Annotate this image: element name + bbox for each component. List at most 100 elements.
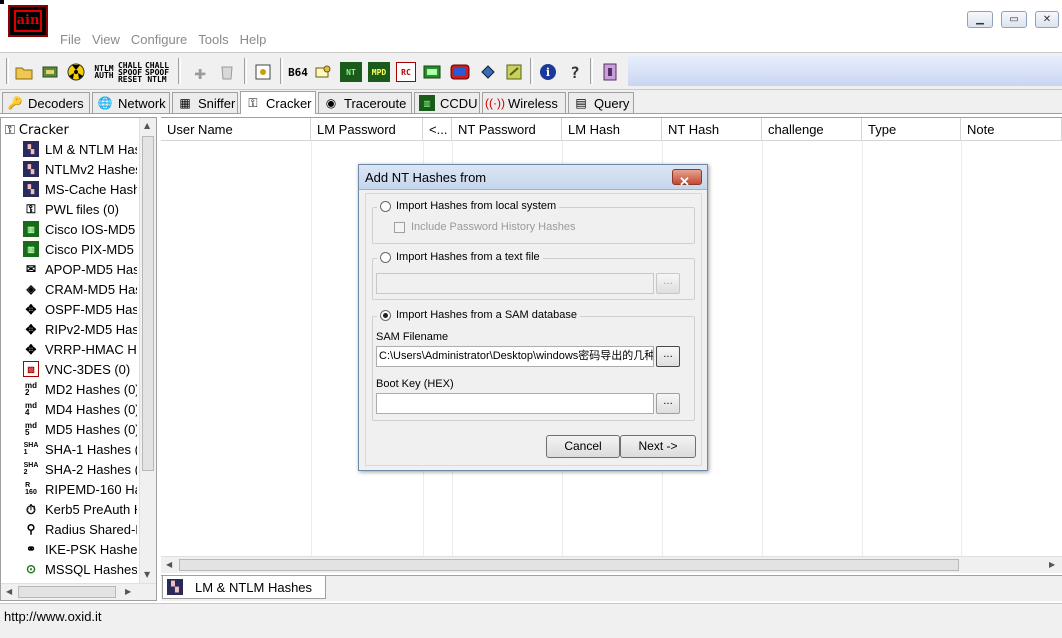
exit-door-icon[interactable]	[600, 62, 620, 82]
scroll-left-arrow-icon[interactable]: ◀	[6, 587, 12, 596]
tab-sniffer[interactable]: ▦ Sniffer	[172, 92, 238, 113]
tree-scroll-thumb[interactable]	[142, 136, 154, 471]
tree-item-kerb5[interactable]: ⏱ Kerb5 PreAuth Hashes	[23, 499, 137, 519]
col-note[interactable]: Note	[961, 118, 1062, 141]
next-button[interactable]: Next ->	[620, 435, 696, 458]
password-key-icon[interactable]	[313, 62, 333, 82]
table-hscroll-thumb[interactable]	[179, 559, 959, 571]
tree-item-apop[interactable]: ✉ APOP-MD5 Hashes	[23, 259, 137, 279]
col-type[interactable]: Type	[862, 118, 961, 141]
local-system-radio[interactable]: Import Hashes from local system	[377, 200, 560, 212]
dialog-close-button[interactable]: ✕	[672, 169, 702, 189]
tree-item-radius[interactable]: ⚲ Radius Shared-Key Hashes	[23, 519, 137, 539]
tree-item-cram[interactable]: ◈ CRAM-MD5 Hashes	[23, 279, 137, 299]
table-horizontal-scrollbar[interactable]: ◀ ▶	[161, 556, 1062, 573]
radiation-icon[interactable]	[66, 62, 86, 82]
ntlm-auth-icon[interactable]: NTLM AUTH	[94, 62, 114, 82]
boot-key-field[interactable]	[376, 393, 654, 414]
cisco-router-icon[interactable]	[478, 62, 498, 82]
radio-text-file[interactable]	[380, 251, 391, 263]
menu-configure[interactable]: Configure	[131, 32, 187, 47]
mpd-icon[interactable]: MPD	[368, 62, 390, 82]
green-screen-icon[interactable]	[422, 62, 442, 82]
include-history-checkbox[interactable]: Include Password History Hashes	[394, 221, 575, 233]
tab-query[interactable]: ▤ Query	[568, 92, 634, 113]
help-icon[interactable]: ?	[565, 62, 585, 82]
tab-network[interactable]: 🌐 Network	[92, 92, 170, 113]
close-window-button[interactable]: ✕	[1035, 11, 1059, 28]
chall-spoof-reset-icon[interactable]: CHALL SPOOF RESET	[118, 61, 142, 83]
tree-item-lm-ntlm[interactable]: ▚ LM & NTLM Hashes	[23, 139, 137, 159]
tree-item-pwl[interactable]: ⚿ PWL files (0)	[23, 199, 137, 219]
minimize-button[interactable]: ▁	[967, 11, 993, 28]
tree-item-md2[interactable]: md 2 MD2 Hashes (0)	[23, 379, 137, 399]
scroll-right-arrow-icon[interactable]: ▶	[125, 587, 131, 596]
tree-item-ntlmv2[interactable]: ▚ NTLMv2 Hashes	[23, 159, 137, 179]
configure-network-icon[interactable]	[40, 62, 60, 82]
checkbox-include-history[interactable]	[394, 221, 405, 233]
chall-spoof-ntlm-icon[interactable]: CHALL SPOOF NTLM	[145, 61, 169, 83]
tree-item-sha2[interactable]: SHA 2 SHA-2 Hashes (0)	[23, 459, 137, 479]
nt-hash-icon[interactable]: NT	[340, 62, 362, 82]
col-lm-password[interactable]: LM Password	[311, 118, 423, 141]
cancel-button[interactable]: Cancel	[546, 435, 620, 458]
radio-local-system[interactable]	[380, 200, 391, 212]
scroll-left-arrow-icon[interactable]: ◀	[166, 560, 172, 569]
dialog-title-bar[interactable]: Add NT Hashes from ✕	[359, 165, 707, 190]
tab-traceroute[interactable]: ◉ Traceroute	[318, 92, 412, 113]
text-file-browse-button[interactable]: ...	[656, 273, 680, 294]
certificate-icon[interactable]	[253, 62, 273, 82]
tree-item-md5[interactable]: md 5 MD5 Hashes (0)	[23, 419, 137, 439]
tree-item-md4[interactable]: md 4 MD4 Hashes (0)	[23, 399, 137, 419]
scroll-icon[interactable]	[504, 62, 524, 82]
sam-radio[interactable]: Import Hashes from a SAM database	[377, 309, 580, 321]
tree-item-mssql[interactable]: ⊙ MSSQL Hashes	[23, 559, 137, 579]
tree-vertical-scrollbar[interactable]: ▲ ▼	[139, 118, 156, 583]
tree-hscroll-thumb[interactable]	[18, 586, 116, 598]
sam-browse-button[interactable]: ...	[656, 346, 680, 367]
rc-icon[interactable]: RC	[396, 62, 416, 82]
col-lm-hash[interactable]: LM Hash	[562, 118, 662, 141]
radio-sam-database[interactable]	[380, 309, 391, 321]
tab-decoders[interactable]: 🔑 Decoders	[2, 92, 90, 113]
tab-cracker[interactable]: ⚿ Cracker	[240, 91, 316, 114]
tab-ccdu[interactable]: ▥ CCDU	[414, 92, 480, 113]
menu-view[interactable]: View	[92, 32, 120, 47]
open-folder-icon[interactable]	[14, 62, 34, 82]
tree-item-sha1[interactable]: SHA 1 SHA-1 Hashes (0)	[23, 439, 137, 459]
col-nt-password[interactable]: NT Password	[452, 118, 562, 141]
restore-button[interactable]: ▭	[1001, 11, 1027, 28]
tree-item-ms-cache[interactable]: ▚ MS-Cache Hashes	[23, 179, 137, 199]
tree-item-ike[interactable]: ⚭ IKE-PSK Hashes	[23, 539, 137, 559]
red-tape-icon[interactable]	[450, 62, 470, 82]
add-icon[interactable]: ✚	[190, 62, 210, 82]
tree-item-ripv2[interactable]: ✥ RIPv2-MD5 Hashes	[23, 319, 137, 339]
scroll-up-arrow-icon[interactable]: ▲	[144, 121, 150, 130]
boot-key-browse-button[interactable]: ...	[656, 393, 680, 414]
app-logo[interactable]: ain	[8, 5, 48, 37]
tree-item-ospf[interactable]: ✥ OSPF-MD5 Hashes	[23, 299, 137, 319]
tree-horizontal-scrollbar[interactable]: ◀ ▶	[1, 583, 156, 600]
tab-wireless[interactable]: ((·)) Wireless	[482, 92, 566, 113]
menu-file[interactable]: File	[60, 32, 81, 47]
info-icon[interactable]: i	[538, 62, 558, 82]
text-file-radio[interactable]: Import Hashes from a text file	[377, 251, 543, 263]
sam-filename-field[interactable]: C:\Users\Administrator\Desktop\windows密码…	[376, 346, 654, 367]
tree-root-cracker[interactable]: ⚿ Cracker	[5, 121, 69, 139]
tree-item-ripemd[interactable]: R 160 RIPEMD-160 Hashes	[23, 479, 137, 499]
col-user-name[interactable]: User Name	[161, 118, 311, 141]
tree-item-cisco-ios[interactable]: ▥ Cisco IOS-MD5	[23, 219, 137, 239]
tree-item-cisco-pix[interactable]: ▥ Cisco PIX-MD5 Hashes	[23, 239, 137, 259]
tree-item-vrrp[interactable]: ✥ VRRP-HMAC Hashes	[23, 339, 137, 359]
col-challenge[interactable]: challenge	[762, 118, 862, 141]
menu-tools[interactable]: Tools	[198, 32, 228, 47]
cracker-tree[interactable]: ⚿ Cracker ▚ LM & NTLM Hashes ▚ NTLMv2 Hash…	[0, 117, 157, 601]
base64-icon[interactable]: B64	[288, 62, 308, 82]
scroll-right-arrow-icon[interactable]: ▶	[1049, 560, 1055, 569]
tab-lm-ntlm-hashes[interactable]: ▚ LM & NTLM Hashes	[162, 576, 326, 599]
col-lm-truncated[interactable]: <...	[423, 118, 452, 141]
tree-item-vnc[interactable]: ▧ VNC-3DES (0)	[23, 359, 137, 379]
scroll-down-arrow-icon[interactable]: ▼	[144, 570, 150, 579]
remove-icon[interactable]	[217, 62, 237, 82]
col-nt-hash[interactable]: NT Hash	[662, 118, 762, 141]
